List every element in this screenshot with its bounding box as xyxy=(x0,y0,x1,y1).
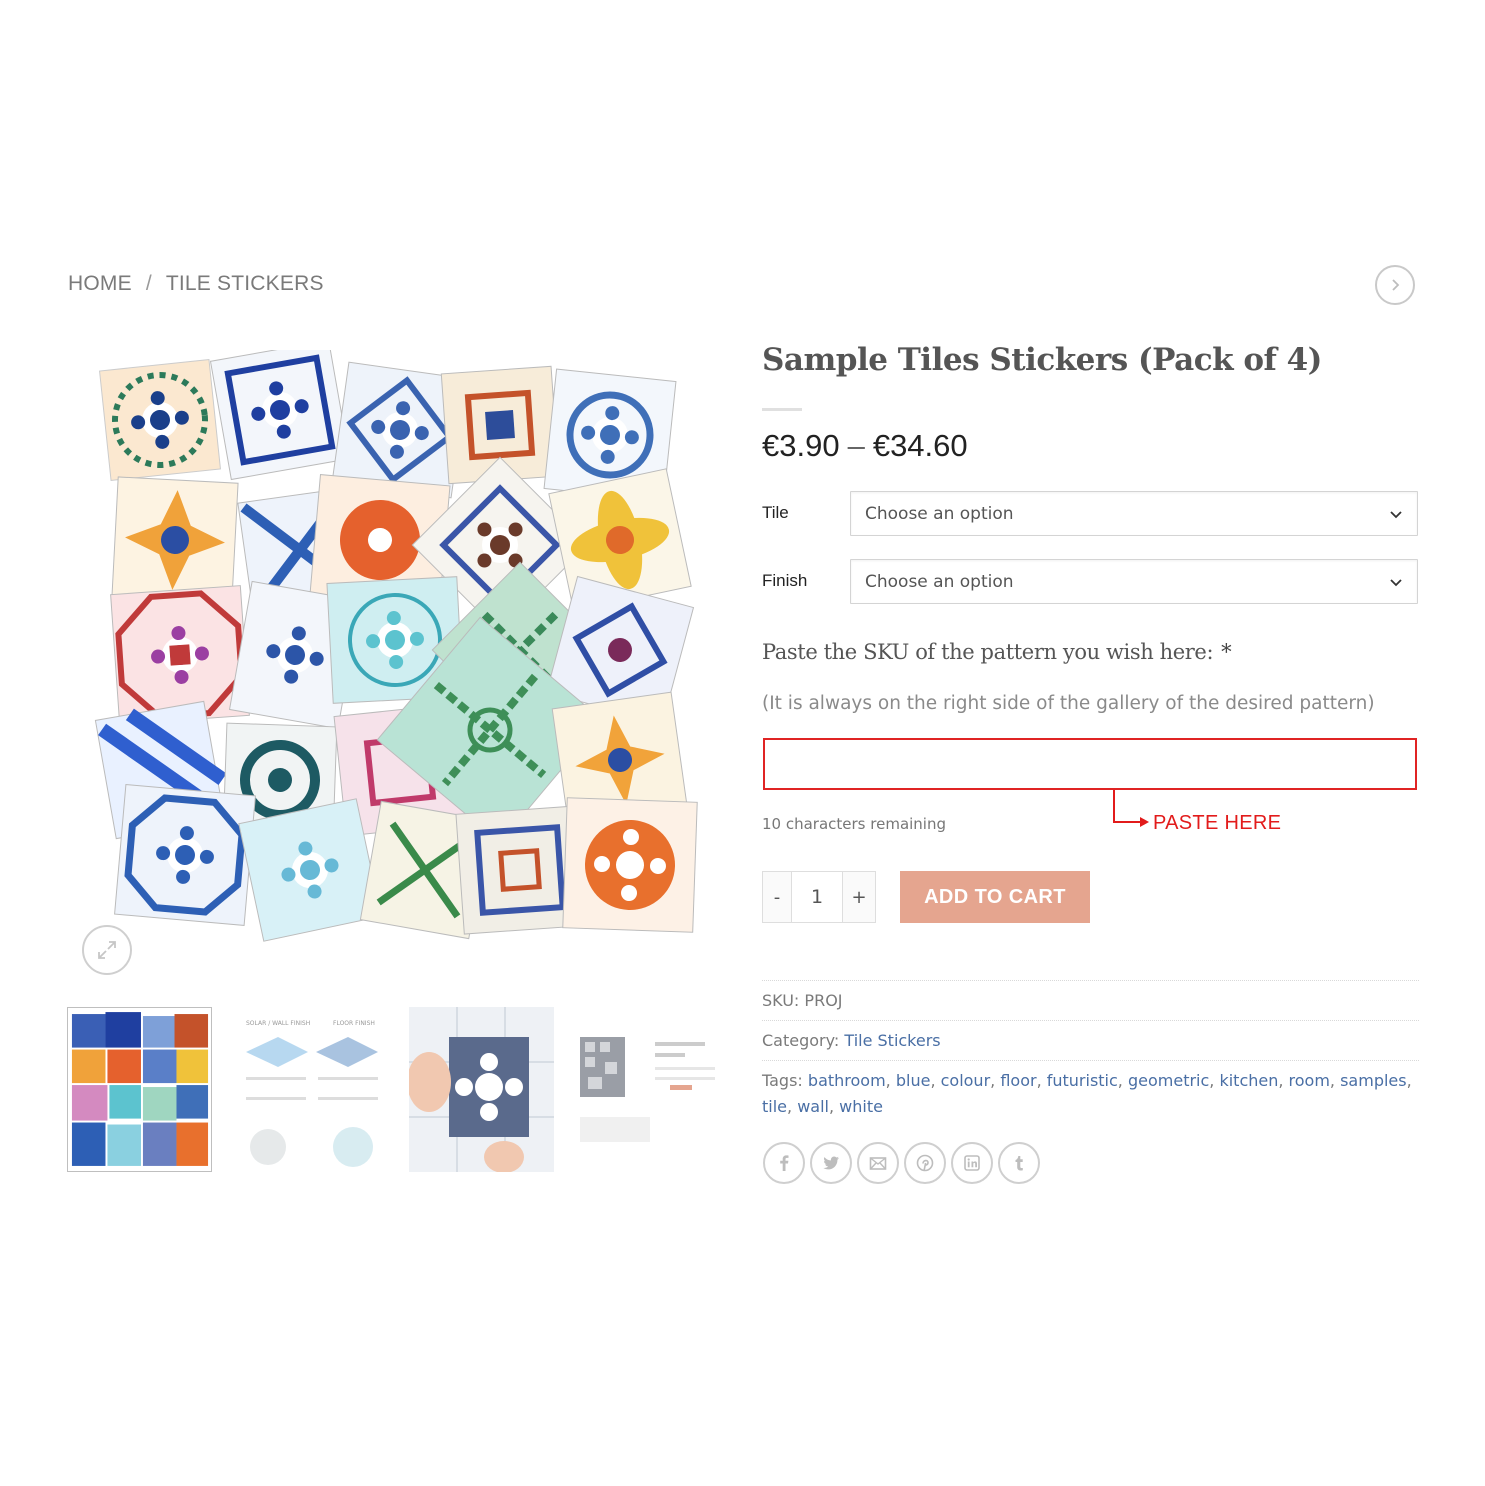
tile-collage-thumbnail xyxy=(68,1008,211,1171)
price-min: €3.90 xyxy=(762,428,840,463)
sku-meta: SKU: PROJ xyxy=(762,988,1422,1014)
meta-divider xyxy=(762,1020,1419,1021)
tag-link[interactable]: white xyxy=(839,1097,883,1116)
title-divider xyxy=(762,408,802,411)
email-icon xyxy=(869,1157,887,1170)
required-mark: * xyxy=(1221,640,1232,664)
tile-collage-image xyxy=(94,339,698,942)
tile-label: Tile xyxy=(762,503,789,522)
price-separator: – xyxy=(847,428,865,463)
meta-divider xyxy=(762,980,1419,981)
product-main-image[interactable] xyxy=(80,339,715,970)
finish-label: Finish xyxy=(762,571,808,590)
tumblr-icon xyxy=(1015,1156,1023,1171)
pinterest-share-button[interactable] xyxy=(904,1142,946,1184)
tumblr-share-button[interactable] xyxy=(998,1142,1040,1184)
facebook-share-button[interactable] xyxy=(763,1142,805,1184)
tags-meta-label: Tags: xyxy=(762,1071,803,1090)
tile-select-value: Choose an option xyxy=(865,503,1014,524)
breadcrumb-separator: / xyxy=(145,272,152,295)
linkedin-share-button[interactable] xyxy=(951,1142,993,1184)
tile-select[interactable]: Choose an option xyxy=(850,491,1418,536)
thumbnail-3[interactable] xyxy=(409,1007,554,1172)
tag-link[interactable]: tile xyxy=(762,1097,787,1116)
sku-help-text: (It is always on the right side of the g… xyxy=(762,693,1375,714)
twitter-icon xyxy=(823,1156,839,1170)
sku-field-label-text: Paste the SKU of the pattern you wish he… xyxy=(762,640,1214,664)
thumb2-label-2: FLOOR FINISH xyxy=(333,1020,375,1027)
sku-meta-value: PROJ xyxy=(804,991,843,1010)
linkedin-icon xyxy=(964,1155,980,1171)
zoom-button[interactable] xyxy=(82,925,132,975)
breadcrumb-home-link[interactable]: HOME xyxy=(68,272,132,296)
gallery-thumbnails: SOLAR / WALL FINISH FLOOR FINISH xyxy=(67,1007,725,1172)
category-link[interactable]: Tile Stickers xyxy=(844,1031,940,1050)
paste-here-annotation: PASTE HERE xyxy=(1153,812,1282,834)
tag-link[interactable]: wall xyxy=(797,1097,829,1116)
quantity-plus-button[interactable]: + xyxy=(843,872,875,922)
tag-link[interactable]: blue xyxy=(896,1071,931,1090)
pinterest-icon xyxy=(916,1154,934,1172)
tag-link[interactable]: floor xyxy=(1000,1071,1036,1090)
thumbnail-4[interactable] xyxy=(580,1007,725,1172)
price-range: €3.90– €34.60 xyxy=(762,428,968,464)
breadcrumb-category-link[interactable]: TILE STICKERS xyxy=(166,272,324,296)
finish-select[interactable]: Choose an option xyxy=(850,559,1418,604)
category-meta-label: Category: xyxy=(762,1031,840,1050)
tag-link[interactable]: kitchen xyxy=(1219,1071,1278,1090)
share-icons xyxy=(763,1142,1040,1184)
chevron-down-icon xyxy=(1390,511,1402,519)
facebook-icon xyxy=(780,1155,789,1171)
thumb2-label-1: SOLAR / WALL FINISH xyxy=(246,1020,310,1027)
sku-field-label: Paste the SKU of the pattern you wish he… xyxy=(762,640,1232,664)
price-max: €34.60 xyxy=(872,428,968,463)
product-page-thumbnail xyxy=(580,1007,725,1172)
twitter-share-button[interactable] xyxy=(810,1142,852,1184)
tags-meta: Tags: bathroom, blue, colour, floor, fut… xyxy=(762,1071,1412,1116)
sku-meta-label: SKU: xyxy=(762,991,800,1010)
tag-link[interactable]: colour xyxy=(941,1071,991,1090)
arrow-icon xyxy=(1113,790,1149,827)
email-share-button[interactable] xyxy=(857,1142,899,1184)
tag-link[interactable]: samples xyxy=(1340,1071,1407,1090)
quantity-minus-button[interactable]: - xyxy=(763,872,791,922)
finish-comparison-thumbnail: SOLAR / WALL FINISH FLOOR FINISH xyxy=(238,1007,383,1172)
tag-link[interactable]: room xyxy=(1289,1071,1330,1090)
finish-select-value: Choose an option xyxy=(865,571,1014,592)
meta-divider xyxy=(762,1060,1419,1061)
category-meta: Category: Tile Stickers xyxy=(762,1028,1422,1054)
product-title: Sample Tiles Stickers (Pack of 4) xyxy=(762,342,1322,378)
sku-input[interactable] xyxy=(763,738,1417,790)
characters-remaining: 10 characters remaining xyxy=(762,815,947,833)
thumbnail-1[interactable] xyxy=(67,1007,212,1172)
tag-link[interactable]: futuristic xyxy=(1047,1071,1118,1090)
application-demo-thumbnail xyxy=(409,1007,554,1172)
add-to-cart-button[interactable]: ADD TO CART xyxy=(900,871,1090,923)
expand-icon xyxy=(98,941,116,959)
quantity-input[interactable]: 1 xyxy=(791,872,843,922)
tag-link[interactable]: bathroom xyxy=(808,1071,886,1090)
thumbnail-2[interactable]: SOLAR / WALL FINISH FLOOR FINISH xyxy=(238,1007,383,1172)
next-product-button[interactable] xyxy=(1375,265,1415,305)
breadcrumb: HOME / TILE STICKERS xyxy=(68,272,324,296)
quantity-stepper: - 1 + xyxy=(762,871,876,923)
chevron-right-icon xyxy=(1392,279,1400,291)
chevron-down-icon xyxy=(1390,579,1402,587)
tag-link[interactable]: geometric xyxy=(1128,1071,1209,1090)
